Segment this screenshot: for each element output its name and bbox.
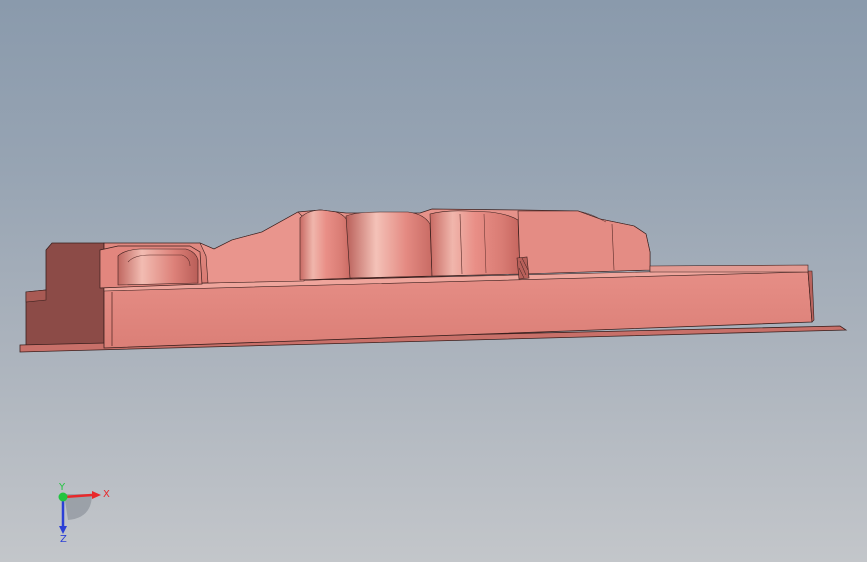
center-boss-1 [299, 209, 353, 281]
right-raised-section [517, 210, 651, 275]
left-pocket-boss [117, 248, 199, 286]
y-axis-dot [58, 492, 68, 502]
center-boss-3 [429, 210, 521, 277]
z-axis-arrow [59, 526, 67, 534]
x-axis-arrow [92, 491, 101, 499]
y-axis-label: Y [58, 482, 66, 493]
z-axis-label: Z [60, 534, 67, 545]
graphics-viewport[interactable]: X Z Y [0, 0, 867, 562]
x-axis-label: X [103, 489, 110, 500]
center-boss-2 [345, 211, 433, 279]
part-model[interactable] [0, 0, 867, 562]
orientation-triad: X Z Y [58, 482, 110, 545]
ramp-surface [199, 211, 307, 284]
left-step-face [25, 289, 47, 303]
right-low-ledge [649, 264, 809, 273]
